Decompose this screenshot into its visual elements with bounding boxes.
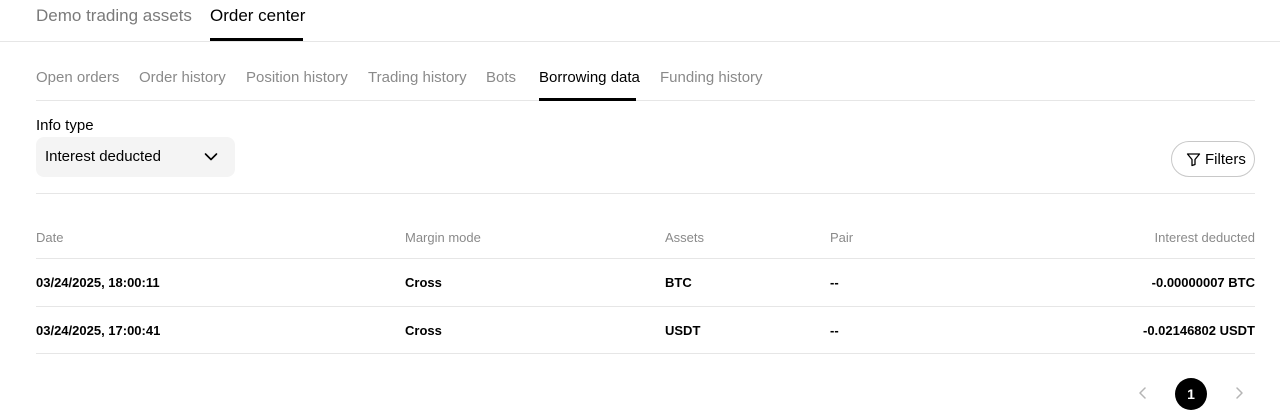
top-tab-bar: Demo trading assets Order center: [0, 0, 1280, 42]
header-interest-deducted: Interest deducted: [1154, 230, 1255, 245]
tab-order-center[interactable]: Order center: [210, 6, 305, 26]
tab-trading-history[interactable]: Trading history: [368, 69, 467, 87]
chevron-right-icon[interactable]: [1232, 386, 1246, 400]
header-date: Date: [36, 230, 64, 245]
header-assets: Assets: [665, 230, 705, 245]
tab-open-orders[interactable]: Open orders: [36, 69, 119, 87]
table-row: 03/24/2025, 18:00:11 Cross BTC -- -0.000…: [36, 258, 1255, 306]
tab-demo-trading-assets[interactable]: Demo trading assets: [36, 6, 192, 26]
table-bottom-border: [36, 353, 1255, 354]
info-type-selected-value: Interest deducted: [45, 148, 161, 165]
cell-asset: BTC: [665, 275, 692, 290]
sub-tab-bar: Open orders Order history Position histo…: [36, 58, 1255, 101]
section-divider: [36, 193, 1255, 194]
cell-date: 03/24/2025, 17:00:41: [36, 323, 161, 338]
cell-interest-deducted: -0.02146802 USDT: [1142, 323, 1255, 338]
table-row: 03/24/2025, 17:00:41 Cross USDT -- -0.02…: [36, 306, 1255, 354]
chevron-down-icon: [204, 153, 218, 161]
active-tab-indicator: [210, 38, 303, 41]
info-type-label: Info type: [36, 117, 94, 134]
header-margin-mode: Margin mode: [405, 230, 481, 245]
header-pair: Pair: [830, 230, 854, 245]
cell-margin-mode: Cross: [405, 323, 442, 338]
filters-label: Filters: [1205, 151, 1246, 168]
filter-icon: [1186, 153, 1201, 167]
cell-margin-mode: Cross: [405, 275, 442, 290]
tab-bots[interactable]: Bots: [486, 69, 516, 87]
tab-funding-history[interactable]: Funding history: [660, 69, 763, 87]
cell-pair: --: [830, 323, 839, 338]
tab-position-history[interactable]: Position history: [246, 69, 348, 87]
active-sub-tab-indicator: [539, 98, 636, 101]
chevron-left-icon[interactable]: [1136, 386, 1150, 400]
tab-order-history[interactable]: Order history: [139, 69, 226, 87]
info-type-select[interactable]: Interest deducted: [36, 137, 235, 177]
tab-borrowing-data[interactable]: Borrowing data: [539, 69, 640, 87]
pagination-current-page[interactable]: 1: [1175, 378, 1207, 410]
cell-pair: --: [830, 275, 839, 290]
cell-interest-deducted: -0.00000007 BTC: [1151, 275, 1255, 290]
cell-date: 03/24/2025, 18:00:11: [36, 275, 160, 290]
filters-button[interactable]: Filters: [1171, 141, 1255, 177]
cell-asset: USDT: [665, 323, 701, 338]
